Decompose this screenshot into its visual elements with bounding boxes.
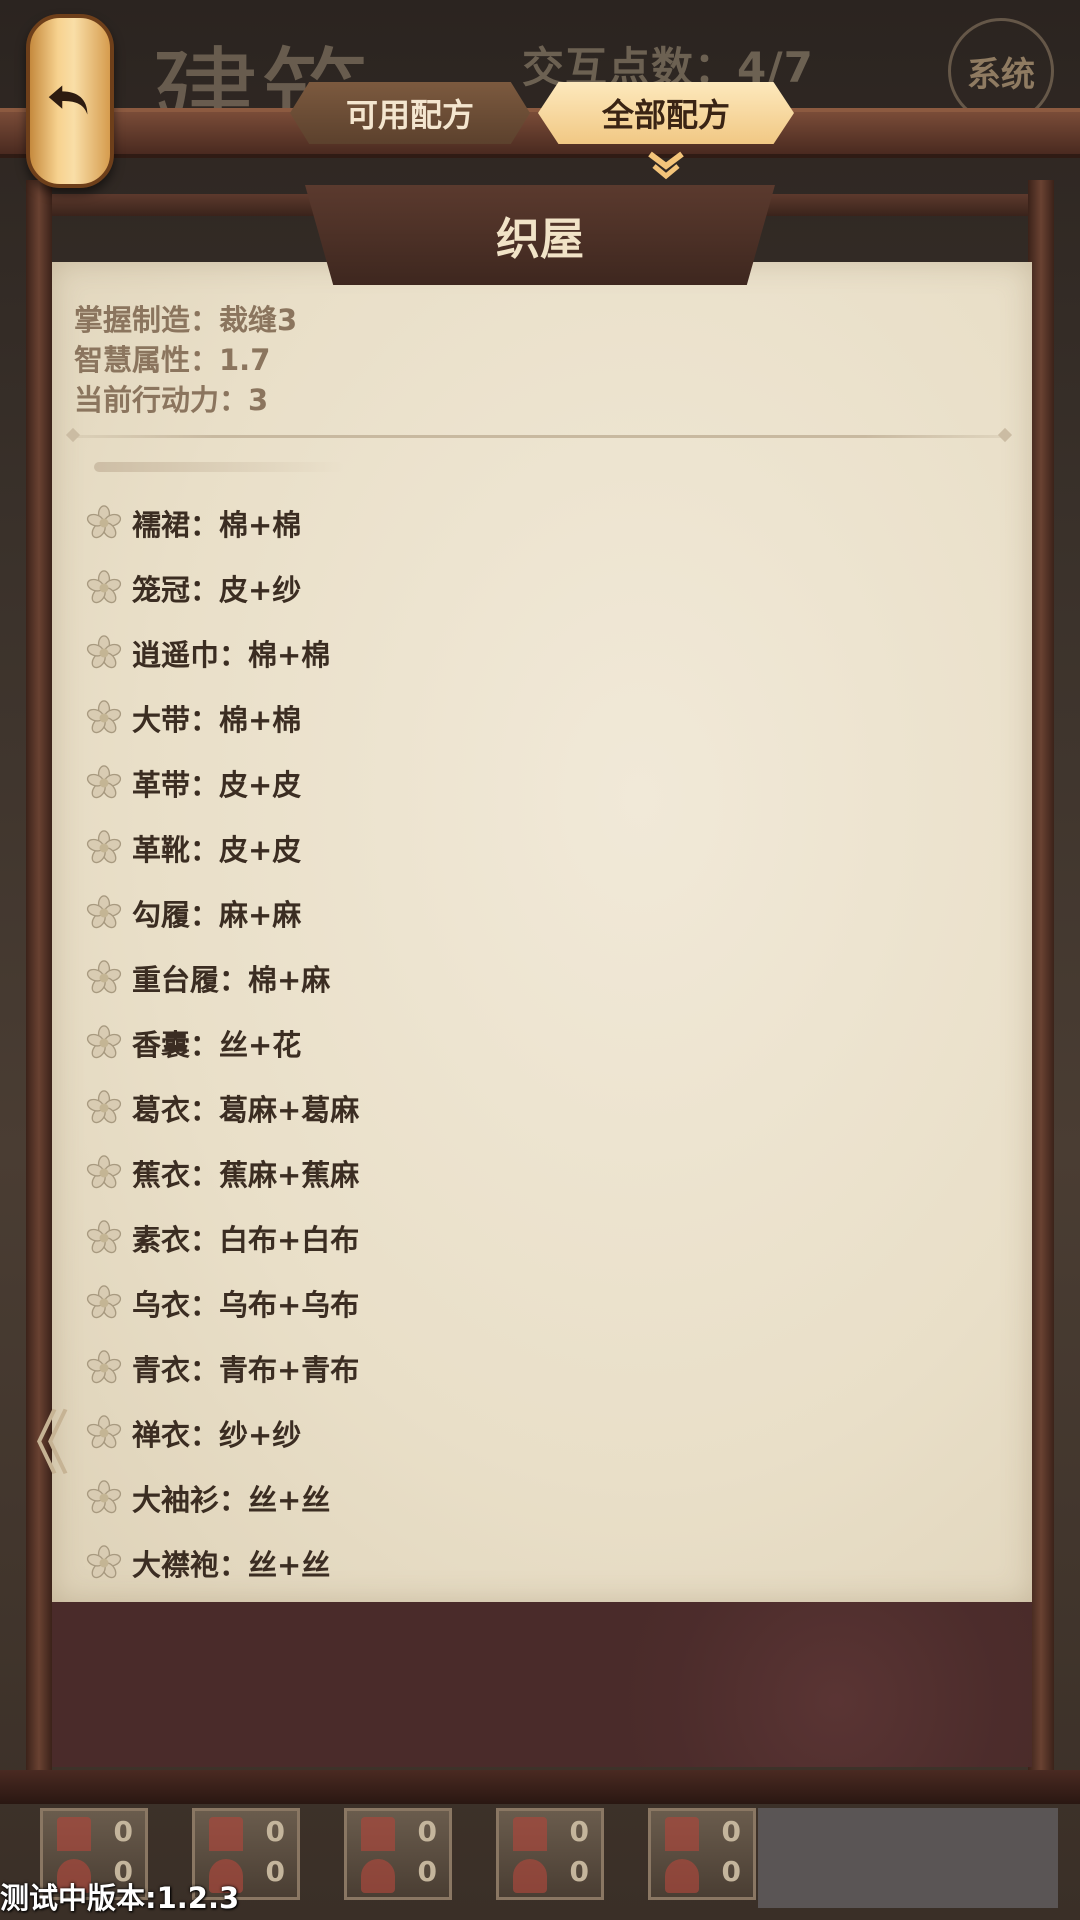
recipe-item[interactable]: 革带：皮+皮 [86,750,359,815]
divider [74,435,1004,438]
card-count-bottom: 0 [265,1855,285,1888]
recipe-list[interactable]: 襦裙：棉+棉 笼冠：皮+纱 逍遥巾：棉+棉 大带：棉+棉 革带：皮+皮 革靴：皮+皮 勾履：… [86,490,359,1595]
flower-icon [86,699,122,733]
flower-icon [86,504,122,538]
chevron-down-icon [648,151,684,180]
stat-action-points: 当前行动力：3 [74,383,269,417]
scrolled-row-fade [94,462,344,472]
recipe-label: 蕉衣：蕉麻+蕉麻 [132,1157,360,1192]
person-icon [513,1859,547,1893]
resource-card[interactable]: 00 [648,1808,756,1900]
recipe-item[interactable]: 素衣：白布+白布 [86,1205,359,1270]
panel-bottom-decoration [52,1602,1032,1767]
frame-left-pillar [26,180,52,1770]
recipe-label: 逍遥巾：棉+棉 [132,637,331,672]
recipe-item[interactable]: 大带：棉+棉 [86,685,359,750]
flower-icon [86,1349,122,1383]
flower-icon [86,829,122,863]
recipe-item[interactable]: 重台履：棉+麻 [86,945,359,1010]
card-count-bottom: 0 [417,1855,437,1888]
frame-base-beam [0,1770,1080,1804]
recipe-label: 大襟袍：丝+丝 [132,1547,331,1582]
recipe-item[interactable]: 青衣：青布+青布 [86,1335,359,1400]
recipe-label: 乌衣：乌布+乌布 [132,1287,360,1322]
recipe-item[interactable]: 逍遥巾：棉+棉 [86,620,359,685]
stat-wisdom: 智慧属性：1.7 [74,343,271,377]
back-arrow-icon [48,85,88,115]
card-count-bottom: 0 [721,1855,741,1888]
bottom-gray-panel [758,1808,1058,1908]
recipe-label: 葛衣：葛麻+葛麻 [132,1092,360,1127]
recipe-label: 大袖衫：丝+丝 [132,1482,331,1517]
card-count-top: 0 [417,1815,437,1848]
recipe-item[interactable]: 大袖衫：丝+丝 [86,1465,359,1530]
resource-card[interactable]: 00 [496,1808,604,1900]
recipe-label: 禅衣：纱+纱 [132,1417,302,1452]
card-count-top: 0 [569,1815,589,1848]
recipe-item[interactable]: 香囊：丝+花 [86,1010,359,1075]
recipe-item[interactable]: 葛衣：葛麻+葛麻 [86,1075,359,1140]
recipe-item[interactable]: 笼冠：皮+纱 [86,555,359,620]
person-icon [665,1859,699,1893]
recipe-item[interactable]: 大襟袍：丝+丝 [86,1530,359,1595]
tab-available-recipes[interactable]: 可用配方 [290,82,530,144]
version-label: 测试中版本:1.2.3 [0,1881,240,1915]
recipe-label: 襦裙：棉+棉 [132,507,302,542]
chevron-left-icon[interactable]: 《 [0,1388,70,1489]
stat-skill: 掌握制造：裁缝3 [74,303,298,337]
card-count-bottom: 0 [569,1855,589,1888]
flower-icon [86,1284,122,1318]
recipe-label: 革带：皮+皮 [132,767,302,802]
recipe-label: 香囊：丝+花 [132,1027,302,1062]
flower-icon [86,1219,122,1253]
recipe-label: 革靴：皮+皮 [132,832,302,867]
flower-icon [86,1544,122,1578]
building-title-plaque: 织屋 [305,185,775,285]
tab-all-recipes[interactable]: 全部配方 [538,82,794,144]
system-label: 系统 [967,54,1035,95]
recipe-item[interactable]: 乌衣：乌布+乌布 [86,1270,359,1335]
card-count-top: 0 [265,1815,285,1848]
banner-icon [57,1817,91,1851]
recipe-item[interactable]: 襦裙：棉+棉 [86,490,359,555]
flower-icon [86,1024,122,1058]
recipe-item[interactable]: 勾履：麻+麻 [86,880,359,945]
banner-icon [665,1817,699,1851]
flower-icon [86,634,122,668]
flower-icon [86,959,122,993]
recipe-item[interactable]: 革靴：皮+皮 [86,815,359,880]
banner-icon [513,1817,547,1851]
recipe-label: 青衣：青布+青布 [132,1352,360,1387]
recipe-label: 大带：棉+棉 [132,702,302,737]
flower-icon [86,1089,122,1123]
recipe-label: 素衣：白布+白布 [132,1222,360,1257]
card-count-top: 0 [721,1815,741,1848]
recipe-label: 笼冠：皮+纱 [132,572,302,607]
back-button[interactable] [26,14,114,188]
flower-icon [86,764,122,798]
building-stats: 掌握制造：裁缝3 智慧属性：1.7 当前行动力：3 [74,300,297,420]
flower-icon [86,1479,122,1513]
banner-icon [209,1817,243,1851]
flower-icon [86,1414,122,1448]
resource-card[interactable]: 00 [344,1808,452,1900]
recipe-item[interactable]: 蕉衣：蕉麻+蕉麻 [86,1140,359,1205]
person-icon [361,1859,395,1893]
recipe-label: 勾履：麻+麻 [132,897,302,932]
banner-icon [361,1817,395,1851]
flower-icon [86,1154,122,1188]
recipe-item[interactable]: 禅衣：纱+纱 [86,1400,359,1465]
flower-icon [86,894,122,928]
card-count-top: 0 [113,1815,133,1848]
recipe-label: 重台履：棉+麻 [132,962,331,997]
building-title: 织屋 [496,214,584,265]
flower-icon [86,569,122,603]
